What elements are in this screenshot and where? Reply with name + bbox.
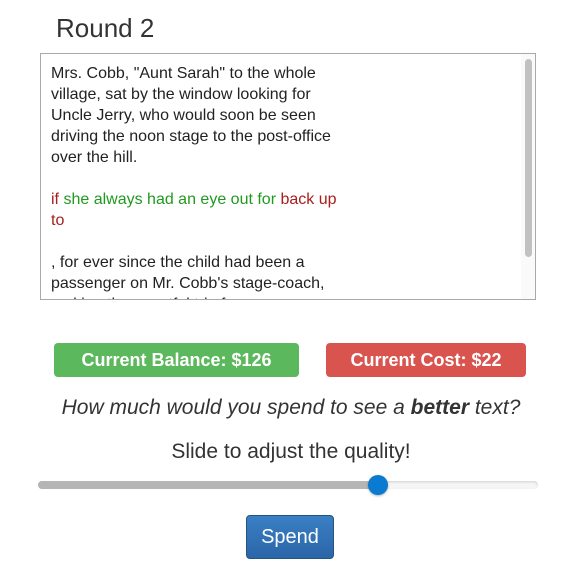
passage-paragraph-3: , for ever since the child had been a pa… (51, 254, 325, 299)
passage-scrollbar[interactable] (521, 54, 535, 299)
question-prefix: How much would you spend to see a (61, 396, 411, 419)
highlight-red-1: if (51, 191, 59, 208)
question-suffix: text? (469, 396, 521, 419)
slider-fill (38, 481, 378, 489)
passage-textbox[interactable]: Mrs. Cobb, "Aunt Sarah" to the whole vil… (40, 53, 536, 300)
quality-slider[interactable] (38, 475, 538, 495)
current-cost-badge: Current Cost: $22 (326, 343, 526, 377)
slider-label: Slide to adjust the quality! (171, 440, 411, 463)
slider-handle[interactable] (368, 475, 388, 495)
spend-button[interactable]: Spend (246, 515, 334, 559)
passage-scrollbar-thumb[interactable] (525, 59, 532, 257)
passage-paragraph-2: if she always had an eye out for back up… (51, 189, 351, 231)
passage-paragraph-1: Mrs. Cobb, "Aunt Sarah" to the whole vil… (51, 65, 331, 166)
passage-text: Mrs. Cobb, "Aunt Sarah" to the whole vil… (51, 63, 351, 299)
highlight-green: she always had an eye out for (59, 191, 277, 208)
round-title: Round 2 (56, 13, 155, 43)
current-balance-badge: Current Balance: $126 (54, 343, 299, 377)
spend-question: How much would you spend to see a better… (0, 394, 582, 422)
question-emphasis: better (410, 396, 470, 419)
page: Round 2 Mrs. Cobb, "Aunt Sarah" to the w… (0, 0, 582, 573)
